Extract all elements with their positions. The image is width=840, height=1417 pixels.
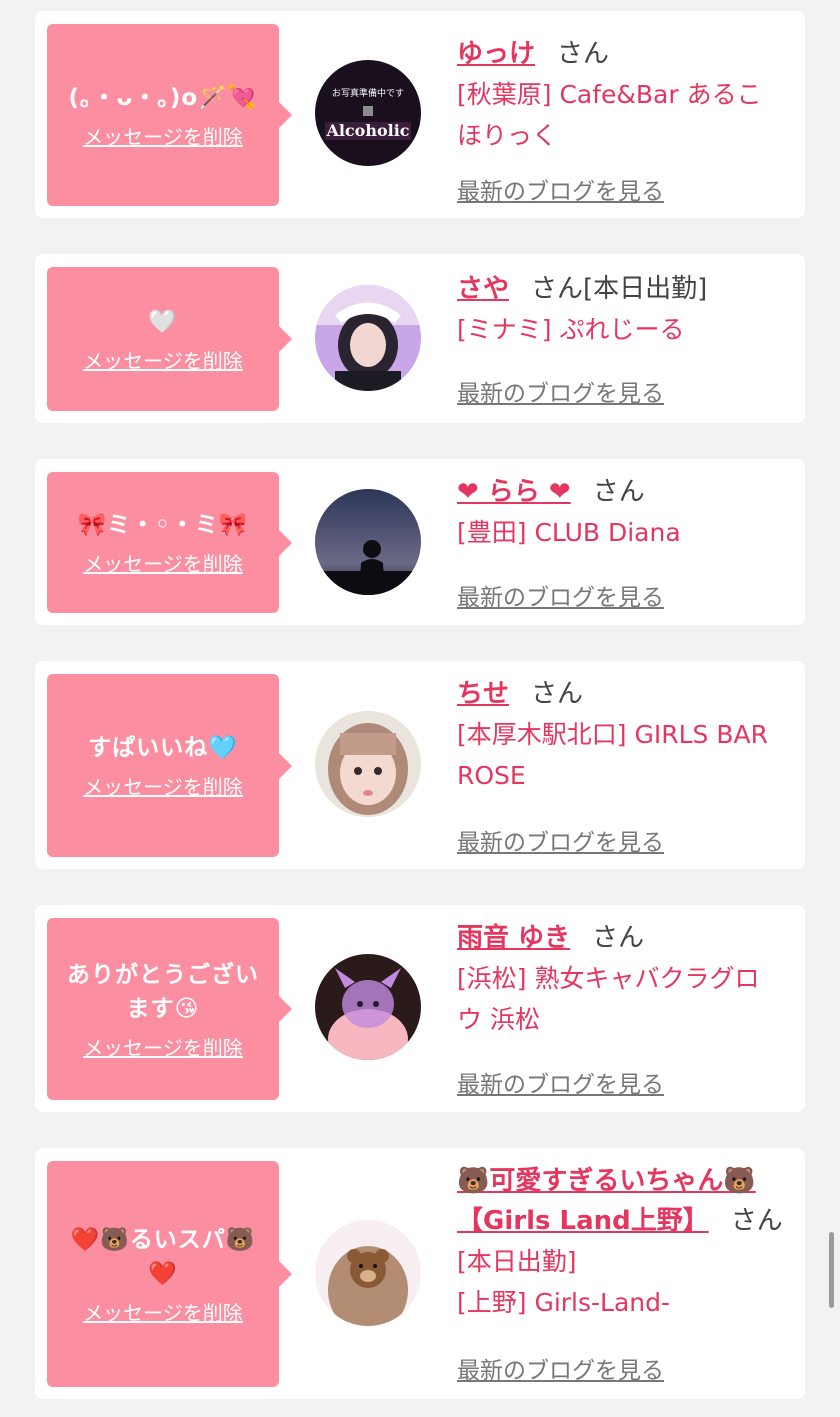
avatar[interactable]: お写真準備中です Alcoholic (315, 60, 421, 166)
favorite-card: ❤️🐻るいスパ🐻❤️ メッセージを削除 🐻可愛すぎるいちゃん🐻【Girls La… (35, 1148, 805, 1399)
favorite-card: 🎀ミ・◦・ミ🎀 メッセージを削除 ❤︎ らら ❤︎ さん [豊田] CLUB Di… (35, 459, 805, 625)
honorific: さん[本日出勤] (531, 274, 708, 304)
message-bubble: すぱいいね🩵 メッセージを削除 (47, 674, 292, 857)
avatar[interactable] (315, 1220, 421, 1326)
message-bubble: 🤍 メッセージを削除 (47, 267, 292, 411)
message-bubble: ありがとうございます😘 メッセージを削除 (47, 918, 292, 1100)
info-block: ちせ さん [本厚木駅北口] GIRLS BAR ROSE (457, 674, 783, 796)
favorite-card: (｡・ᴗ・｡)o🪄💘 メッセージを削除 お写真準備中です Alcoholic ゆ… (35, 11, 805, 218)
message-text: 🤍 (148, 308, 178, 335)
scrollbar[interactable] (829, 1232, 834, 1308)
avatar-subtext: お写真準備中です (332, 87, 404, 99)
latest-blog-link[interactable]: 最新のブログを見る (457, 578, 664, 612)
message-text: すぱいいね🩵 (88, 735, 238, 761)
avatar[interactable] (315, 711, 421, 817)
user-name-link[interactable]: ちせ (457, 679, 509, 709)
shop-name: [本厚木駅北口] GIRLS BAR ROSE (457, 720, 768, 790)
user-name-link[interactable]: さや (457, 274, 509, 304)
info-block: 🐻可愛すぎるいちゃん🐻【Girls Land上野】 さん [本日出勤] [上野] … (457, 1161, 783, 1323)
avatar-logo-text: Alcoholic (325, 121, 409, 140)
honorific: さん (730, 1206, 783, 1236)
shop-name: [ミナミ] ぷれじーる (457, 315, 685, 344)
latest-blog-link[interactable]: 最新のブログを見る (457, 374, 664, 408)
girl-face-avatar (315, 711, 421, 817)
girl-photo-avatar (315, 285, 421, 391)
favorite-card: すぱいいね🩵 メッセージを削除 ちせ さん [本厚木駅北口] GIRLS BAR … (35, 661, 805, 869)
user-name-link[interactable]: ゆっけ (457, 39, 535, 69)
delete-message-link[interactable]: メッセージを削除 (83, 1032, 243, 1061)
message-bubble: (｡・ᴗ・｡)o🪄💘 メッセージを削除 (47, 24, 292, 206)
message-bubble: 🎀ミ・◦・ミ🎀 メッセージを削除 (47, 472, 292, 613)
message-bubble: ❤️🐻るいスパ🐻❤️ メッセージを削除 (47, 1161, 292, 1387)
delete-message-link[interactable]: メッセージを削除 (83, 121, 243, 150)
delete-message-link[interactable]: メッセージを削除 (83, 345, 243, 374)
avatar[interactable] (315, 489, 421, 595)
message-text: ❤️🐻るいスパ🐻❤️ (70, 1226, 256, 1287)
delete-message-link[interactable]: メッセージを削除 (83, 1297, 243, 1326)
avatar[interactable] (315, 285, 421, 391)
shop-name: [秋葉原] Cafe&Bar あるこほりっく (457, 80, 762, 150)
shop-name: [豊田] CLUB Diana (457, 518, 681, 547)
user-name-link[interactable]: ❤︎ らら ❤︎ (457, 477, 571, 507)
info-block: 雨音 ゆき さん [浜松] 熟女キャバクラグロウ 浜松 (457, 918, 783, 1040)
latest-blog-link[interactable]: 最新のブログを見る (457, 1065, 664, 1099)
kuromi-sticker-avatar (315, 954, 421, 1060)
user-name-link[interactable]: 雨音 ゆき (457, 923, 570, 953)
silhouette-night-avatar (315, 489, 421, 595)
info-block: ❤︎ らら ❤︎ さん [豊田] CLUB Diana (457, 472, 783, 553)
honorific: さん (592, 477, 645, 507)
latest-blog-link[interactable]: 最新のブログを見る (457, 172, 664, 206)
latest-blog-link[interactable]: 最新のブログを見る (457, 1351, 664, 1385)
message-text: ありがとうございます😘 (67, 961, 259, 1022)
shop-name: [本日出勤] [上野] Girls-Land- (457, 1247, 671, 1317)
delete-message-link[interactable]: メッセージを削除 (83, 548, 243, 577)
latest-blog-link[interactable]: 最新のブログを見る (457, 823, 664, 857)
favorite-card: 🤍 メッセージを削除 さや さん[本日出勤] [ミナミ] ぷれじーる 最新のブログ… (35, 254, 805, 423)
favorite-card: ありがとうございます😘 メッセージを削除 雨音 ゆき さん [浜松] 熟女キャバク… (35, 905, 805, 1112)
honorific: さん (531, 679, 584, 709)
info-block: ゆっけ さん [秋葉原] Cafe&Bar あるこほりっく (457, 34, 783, 156)
delete-message-link[interactable]: メッセージを削除 (83, 771, 243, 800)
avatar[interactable] (315, 954, 421, 1060)
message-text: (｡・ᴗ・｡)o🪄💘 (68, 84, 258, 111)
honorific: さん (592, 923, 645, 953)
bear-sticker-avatar (315, 1220, 421, 1326)
message-text: 🎀ミ・◦・ミ🎀 (77, 512, 249, 538)
alcoholic-logo-avatar: お写真準備中です Alcoholic (315, 60, 421, 166)
shop-name: [浜松] 熟女キャバクラグロウ 浜松 (457, 964, 760, 1034)
user-name-link[interactable]: 🐻可愛すぎるいちゃん🐻【Girls Land上野】 (457, 1166, 756, 1236)
honorific: さん (557, 39, 610, 69)
info-block: さや さん[本日出勤] [ミナミ] ぷれじーる (457, 269, 783, 350)
